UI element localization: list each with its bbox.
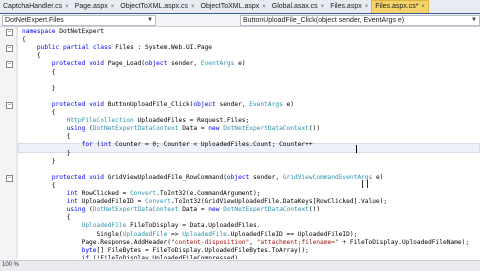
document-tab-label: Files.aspx [330,2,362,10]
member-dropdown[interactable]: ButtonUploadFile_Click(object sender, Ev… [240,15,480,26]
close-icon[interactable]: × [191,1,195,13]
ibeam-cursor-icon [362,180,368,188]
document-tab-label: Global.asax.cs [271,2,318,10]
code-line[interactable]: if (!FileToDisplay.UploadedFileCompresse… [0,254,480,259]
code-line-text: if (!FileToDisplay.UploadedFileCompresse… [81,254,239,259]
document-tab[interactable]: Files.aspx × [327,0,371,13]
document-tab[interactable]: ObjectToXML.aspx × [198,0,269,13]
document-tab[interactable]: Files.aspx.cs* × [371,0,429,13]
document-tab-label: CaptchaHandler.cs [3,2,63,10]
close-icon[interactable]: × [365,1,369,13]
document-tab[interactable]: ObjectToXML.aspx.cs × [117,0,197,13]
chevron-down-icon: ▼ [471,17,477,23]
close-icon[interactable]: × [421,1,425,13]
code-editor[interactable]: − namespace DotNetExpert{− public partial… [0,27,480,259]
close-icon[interactable]: × [65,1,69,13]
close-icon[interactable]: × [321,1,325,13]
type-dropdown-value: DotNetExpert.Files [5,17,64,24]
type-dropdown[interactable]: DotNetExpert.Files ▼ [2,15,156,26]
close-icon[interactable]: × [111,1,115,13]
chevron-down-icon: ▼ [147,17,153,23]
status-bar: 100 % [0,260,480,271]
document-tab-label: ObjectToXML.aspx.cs [120,2,188,10]
document-tab-label: Files.aspx.cs* [375,3,419,10]
document-tab[interactable]: Page.aspx × [72,0,118,13]
document-tab-label: ObjectToXML.aspx [200,2,260,10]
close-icon[interactable]: × [262,1,266,13]
document-tab-label: Page.aspx [74,2,108,10]
zoom-level[interactable]: 100 % [2,261,19,270]
text-caret [356,145,357,153]
navigation-bar: DotNetExpert.Files ▼ ButtonUploadFile_Cl… [0,14,480,27]
document-tab[interactable]: CaptchaHandler.cs × [0,0,72,13]
document-tab-bar: CaptchaHandler.cs × Page.aspx × ObjectToXML.… [0,0,480,14]
document-tab[interactable]: Global.asax.cs × [269,0,327,13]
member-dropdown-value: ButtonUploadFile_Click(object sender, Ev… [243,17,405,24]
